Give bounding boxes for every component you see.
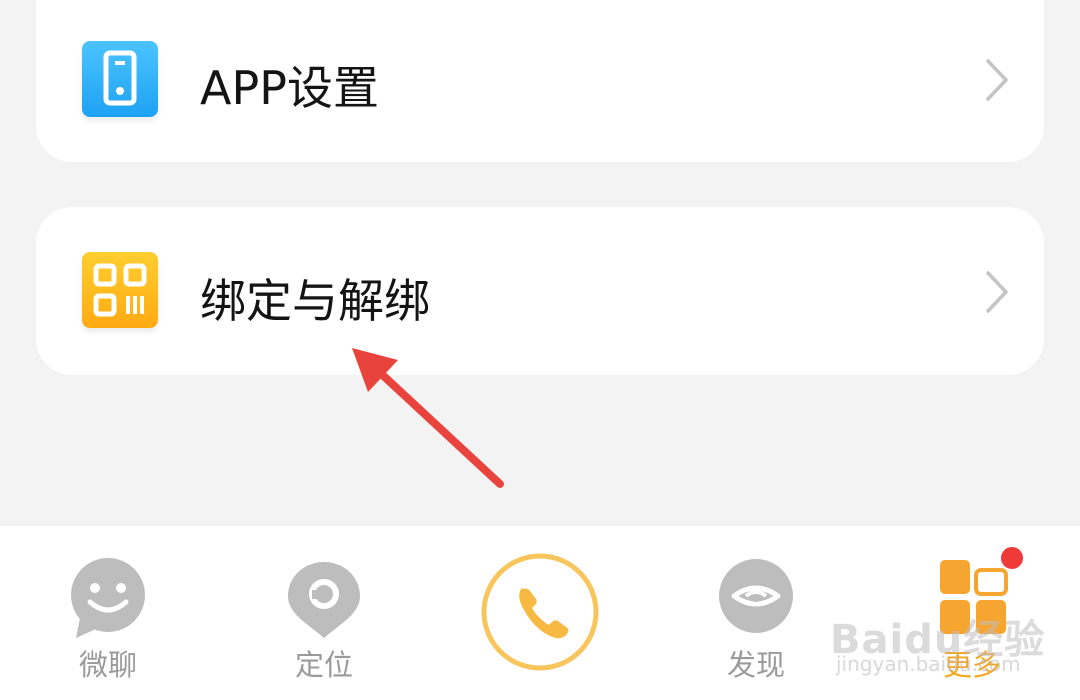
smile-chat-icon xyxy=(71,558,145,638)
phone-settings-icon xyxy=(82,41,158,117)
tab-chat[interactable]: 微聊 xyxy=(28,526,188,700)
app-settings-label: APP设置 xyxy=(200,61,379,115)
tab-locate-label: 定位 xyxy=(294,648,353,682)
qr-code-icon xyxy=(82,252,158,328)
tab-discover[interactable]: 发现 xyxy=(676,526,836,700)
discover-eye-icon xyxy=(719,559,793,633)
bind-unbind-label: 绑定与解绑 xyxy=(200,274,430,328)
tab-chat-label: 微聊 xyxy=(78,648,137,682)
chevron-right-icon xyxy=(986,59,1008,101)
tab-call[interactable] xyxy=(460,526,620,700)
app-settings-row[interactable]: APP设置 xyxy=(36,0,1044,162)
phone-call-icon xyxy=(481,553,599,671)
notification-badge xyxy=(999,545,1025,571)
bind-unbind-row[interactable]: 绑定与解绑 xyxy=(36,207,1044,375)
chevron-right-icon xyxy=(986,271,1008,313)
tab-discover-label: 发现 xyxy=(726,648,785,682)
location-pin-icon xyxy=(288,562,360,638)
baidu-watermark-url: jingyan.baidu.com xyxy=(836,652,1021,676)
tab-locate[interactable]: 定位 xyxy=(244,526,404,700)
